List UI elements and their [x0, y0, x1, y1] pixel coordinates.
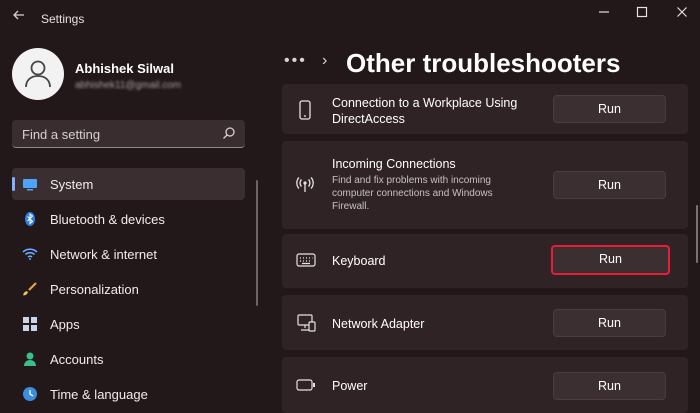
sidebar-item-time-language[interactable]: Time & language — [12, 378, 245, 410]
sidebar-item-label: Apps — [50, 317, 80, 332]
troubleshooter-title: Network Adapter — [332, 317, 425, 331]
content-scrollbar[interactable] — [696, 205, 698, 263]
user-email: abhishek11@gmail.com — [75, 80, 182, 91]
page-title: Other troubleshooters — [346, 48, 621, 78]
app-title: Settings — [41, 12, 85, 26]
avatar[interactable] — [12, 48, 64, 100]
run-button[interactable]: Run — [553, 309, 666, 337]
search-placeholder: Find a setting — [22, 127, 101, 142]
run-button[interactable]: Run — [553, 95, 666, 123]
user-icon — [25, 60, 51, 88]
bluetooth-icon — [22, 211, 38, 227]
breadcrumb-more-button[interactable]: ••• — [284, 52, 307, 70]
title-bar: Settings — [0, 0, 700, 38]
network-adapter-icon — [296, 314, 316, 337]
troubleshooter-title: Keyboard — [332, 254, 386, 268]
system-monitor-icon — [22, 176, 38, 192]
sidebar-item-personalization[interactable]: Personalization — [12, 273, 245, 305]
keyboard-icon — [296, 253, 316, 272]
close-icon[interactable] — [668, 4, 696, 24]
sidebar-item-label: Personalization — [50, 282, 139, 297]
accounts-icon — [22, 351, 38, 367]
antenna-icon — [296, 177, 314, 198]
troubleshooter-title: Connection to a Workplace Using DirectAc… — [332, 96, 518, 126]
active-indicator — [12, 177, 15, 191]
run-button[interactable]: Run — [553, 171, 666, 199]
sidebar-scrollbar[interactable] — [256, 180, 258, 306]
search-input[interactable]: Find a setting — [12, 120, 245, 148]
troubleshooter-directaccess: Connection to a Workplace Using DirectAc… — [282, 84, 688, 134]
troubleshooter-description: Find and fix problems with incoming comp… — [332, 175, 493, 212]
back-arrow-icon[interactable] — [12, 8, 30, 28]
sidebar-item-network[interactable]: Network & internet — [12, 238, 245, 270]
run-button[interactable]: Run — [553, 372, 666, 400]
globe-clock-icon — [22, 386, 38, 402]
sidebar-item-label: Accounts — [50, 352, 104, 367]
search-icon[interactable] — [222, 126, 236, 145]
run-button[interactable]: Run — [551, 245, 670, 275]
sidebar-item-label: Network & internet — [50, 247, 157, 262]
user-name: Abhishek Silwal — [75, 61, 174, 76]
apps-icon — [22, 316, 38, 332]
paintbrush-icon — [22, 281, 38, 297]
phone-device-icon — [296, 100, 314, 125]
sidebar-item-accounts[interactable]: Accounts — [12, 343, 245, 375]
sidebar-item-system[interactable]: System — [12, 168, 245, 200]
troubleshooter-title: Incoming Connections — [332, 157, 456, 171]
breadcrumb-chevron-icon: › — [322, 52, 328, 69]
sidebar-item-apps[interactable]: Apps — [12, 308, 245, 340]
minimize-icon[interactable] — [590, 4, 618, 24]
sidebar-item-label: System — [50, 177, 94, 192]
troubleshooter-network-adapter: Network Adapter Run — [282, 295, 688, 350]
maximize-icon[interactable] — [628, 4, 656, 24]
troubleshooter-title: Power — [332, 379, 368, 393]
sidebar-item-label: Bluetooth & devices — [50, 212, 165, 227]
sidebar-item-bluetooth[interactable]: Bluetooth & devices — [12, 203, 245, 235]
troubleshooter-power: Power Run — [282, 357, 688, 413]
battery-icon — [296, 378, 316, 396]
sidebar-item-label: Time & language — [50, 387, 148, 402]
troubleshooter-incoming-connections: Incoming Connections Find and fix proble… — [282, 141, 688, 229]
wifi-icon — [22, 246, 38, 262]
troubleshooter-keyboard: Keyboard Run — [282, 234, 688, 288]
